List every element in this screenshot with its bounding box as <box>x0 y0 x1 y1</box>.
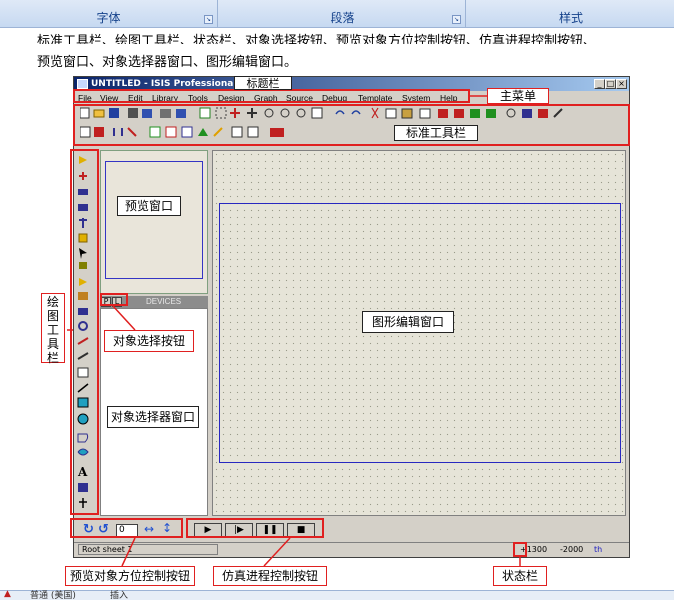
callout-graph-edit-window: 图形编辑窗口 <box>362 311 454 333</box>
callout-sim-control: 仿真进程控制按钮 <box>213 566 327 586</box>
language-status[interactable]: 普通 (美国) <box>30 588 76 601</box>
callout-preview-window: 预览窗口 <box>117 196 181 216</box>
callout-draw-toolbar: 绘图工具栏 <box>41 293 65 365</box>
insert-mode-status[interactable]: 插入 <box>110 588 128 601</box>
callout-titlebar: 标题栏 <box>234 76 292 90</box>
callout-preview-orient: 预览对象方位控制按钮 <box>65 566 195 586</box>
callout-statusbar: 状态栏 <box>493 566 547 586</box>
callout-lines <box>67 95 521 567</box>
callout-std-toolbar: 标准工具栏 <box>394 125 478 141</box>
callout-object-select-button: 对象选择按钮 <box>104 330 194 352</box>
warning-icon: ▲ <box>4 589 11 599</box>
callout-mainmenu: 主菜单 <box>487 88 549 104</box>
word-status-strip: ▲ 普通 (美国) 插入 <box>0 588 674 601</box>
callout-object-selector-window: 对象选择器窗口 <box>107 406 199 428</box>
